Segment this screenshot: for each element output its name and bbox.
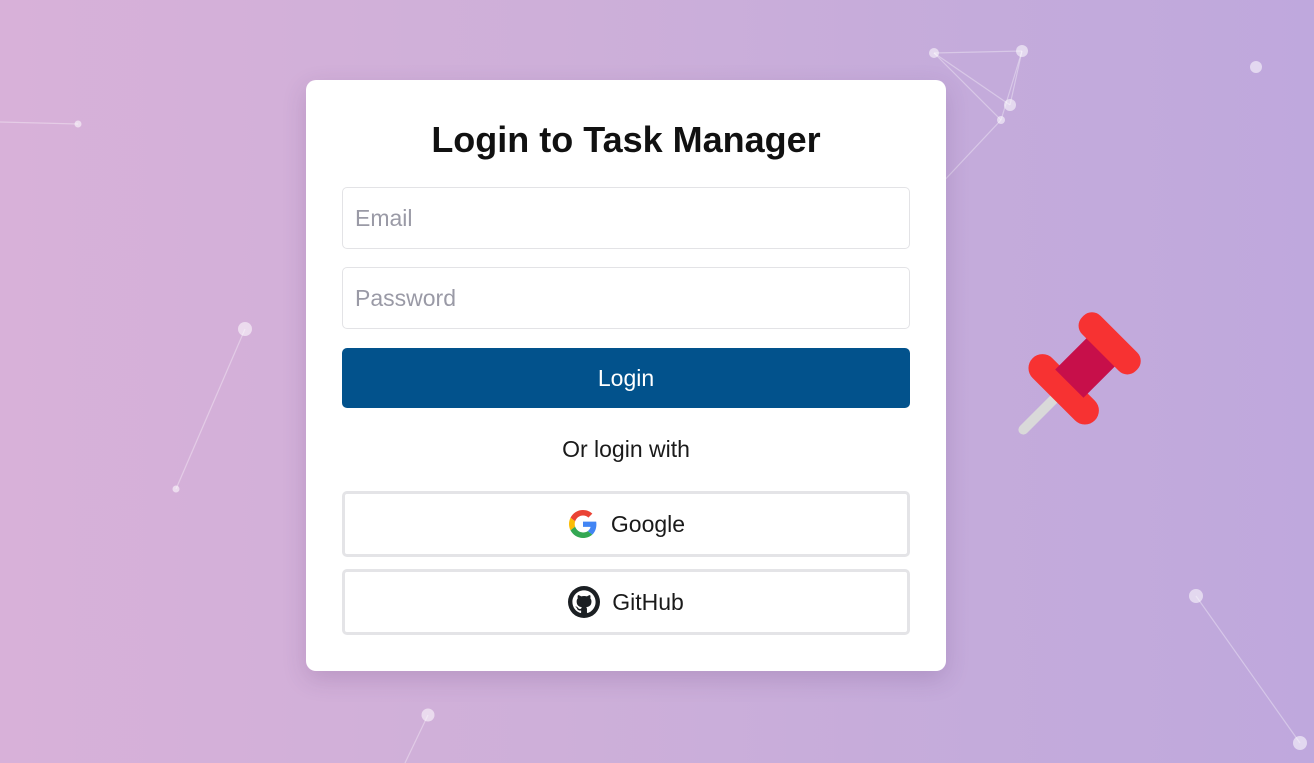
email-input[interactable] xyxy=(342,187,910,249)
github-login-label: GitHub xyxy=(612,588,684,615)
google-icon xyxy=(567,508,599,540)
password-input[interactable] xyxy=(342,267,910,329)
pushpin-icon xyxy=(1018,312,1141,435)
social-login-divider-text: Or login with xyxy=(562,436,690,462)
github-icon xyxy=(568,586,601,618)
page-title: Login to Task Manager xyxy=(431,119,821,160)
login-card: Login to Task Manager Login Or login wit… xyxy=(306,80,946,671)
login-button[interactable]: Login xyxy=(342,348,910,408)
google-login-button[interactable]: Google xyxy=(342,491,910,557)
github-login-button[interactable]: GitHub xyxy=(342,569,910,635)
google-login-label: Google xyxy=(610,510,686,537)
